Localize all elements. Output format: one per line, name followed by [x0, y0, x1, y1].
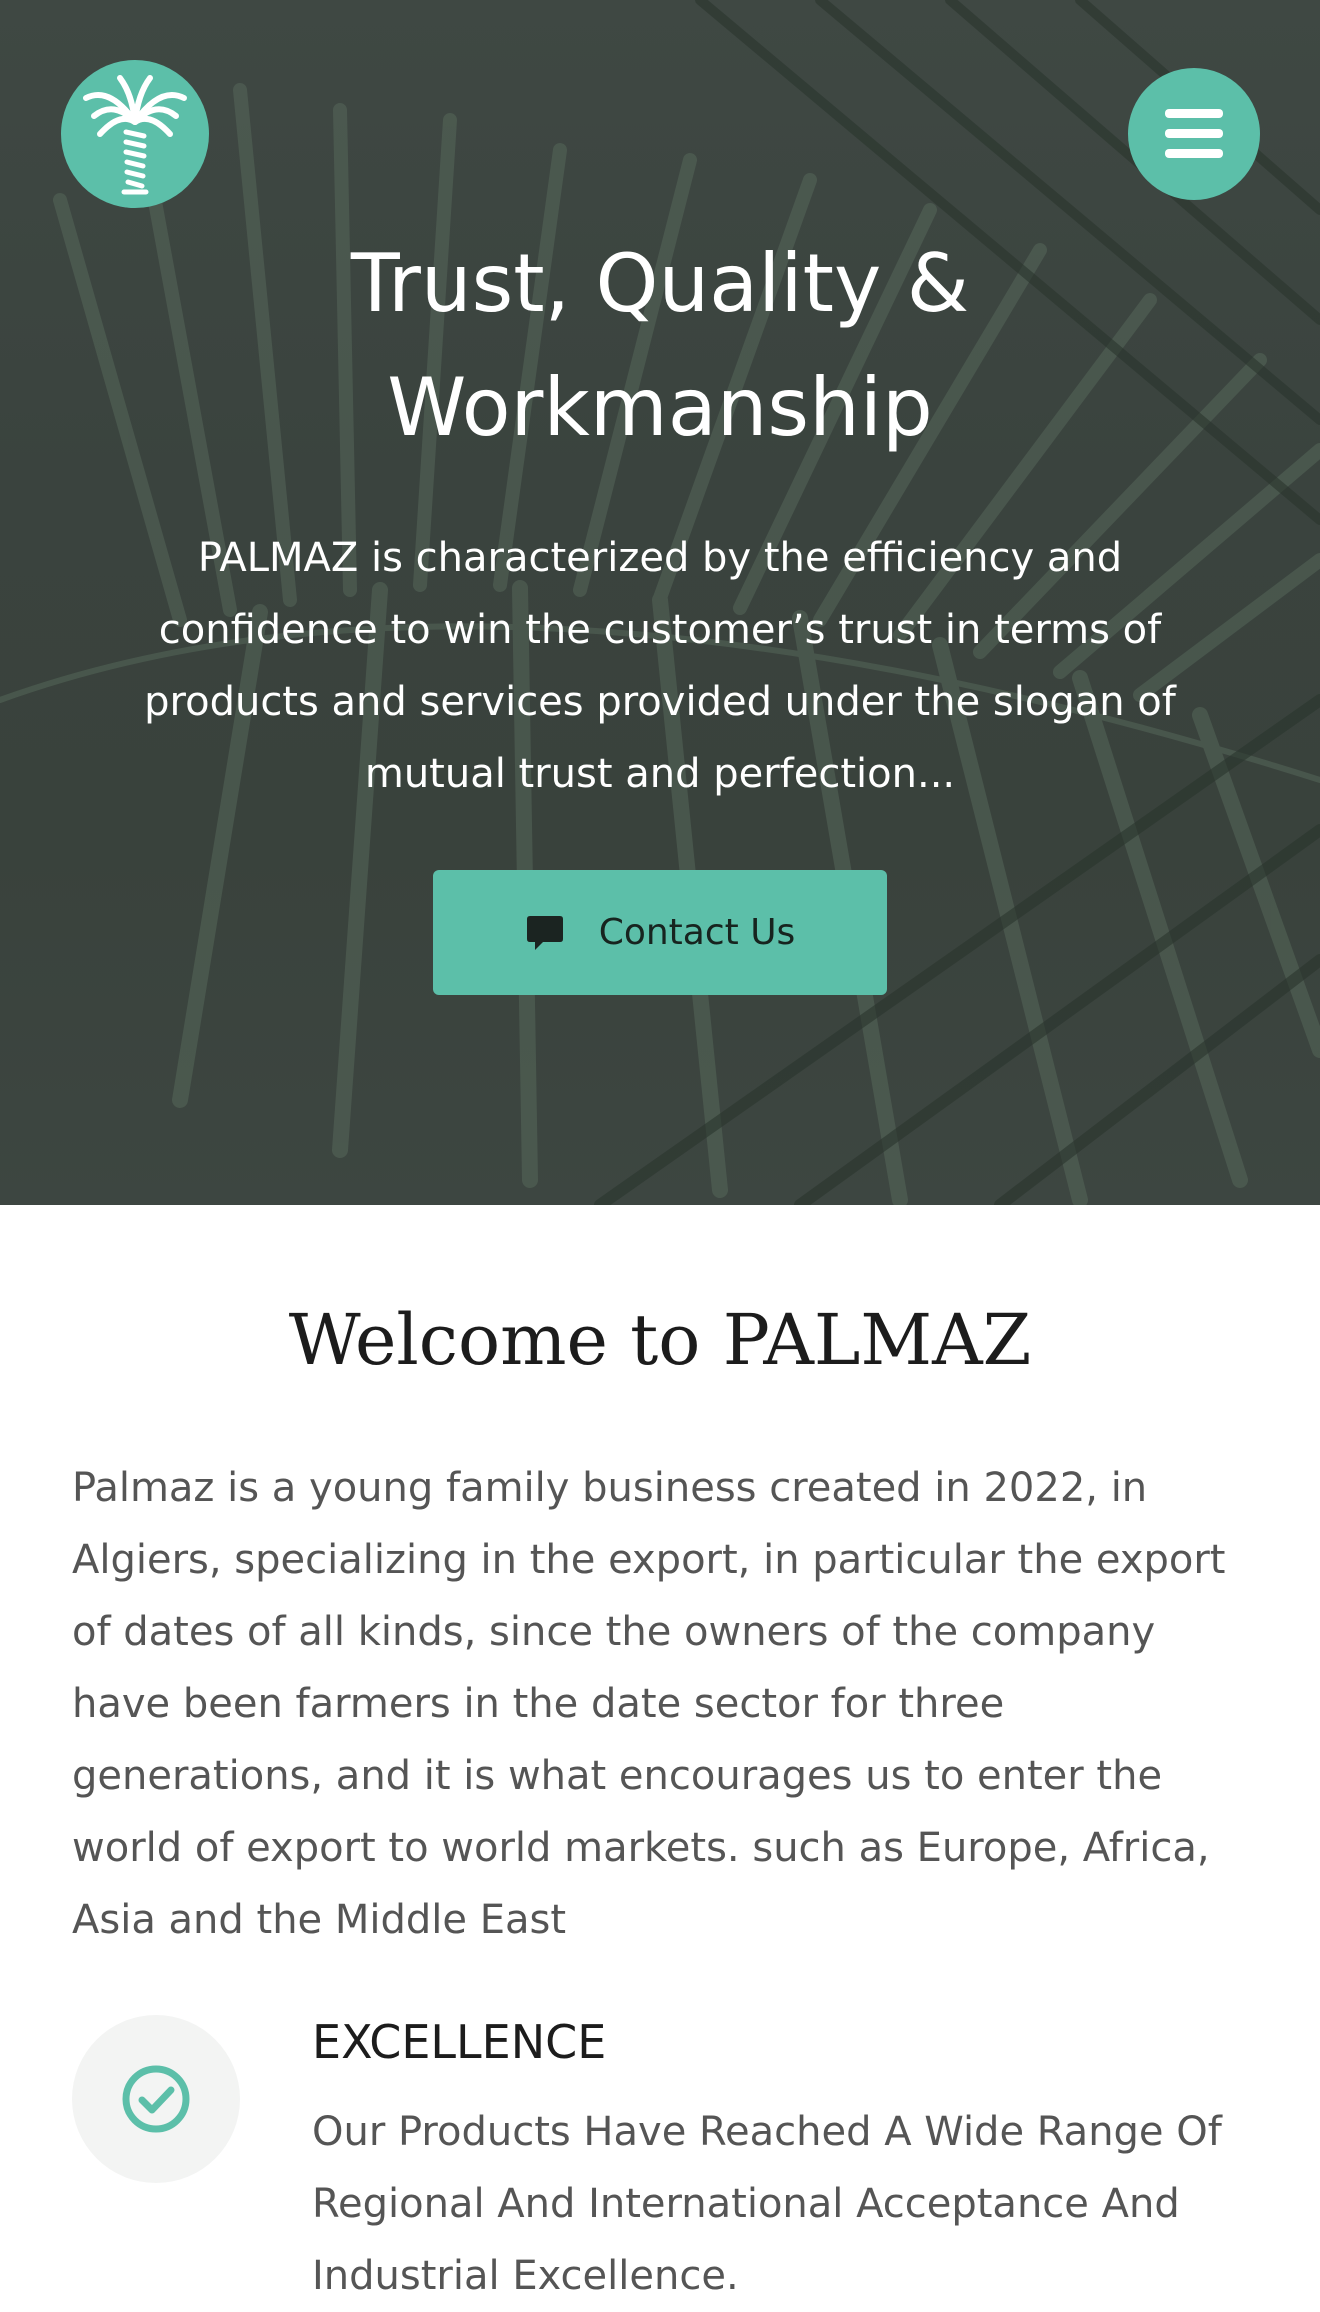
menu-button[interactable] — [1128, 68, 1260, 200]
welcome-description: Palmaz is a young family business create… — [72, 1452, 1262, 1956]
excellence-line: Industrial Excellence. — [312, 2253, 739, 2299]
excellence-line: Our Products Have Reached A Wide Range O… — [312, 2109, 1222, 2155]
excellence-title: EXCELLENCE — [312, 2015, 607, 2069]
welcome-line: Algiers, specializing in the export, in … — [72, 1537, 1226, 1583]
chat-bubble-icon — [526, 915, 563, 950]
excellence-description: Our Products Have Reached A Wide Range O… — [312, 2096, 1272, 2312]
hero-title: Trust, Quality & Workmanship — [200, 222, 1120, 470]
contact-us-button[interactable]: Contact Us — [433, 870, 887, 995]
welcome-line: world of export to world markets. such a… — [72, 1825, 1210, 1871]
welcome-line: Palmaz is a young family business create… — [72, 1465, 1148, 1511]
hero-description-line: confidence to win the customer’s trust i… — [158, 607, 1162, 653]
palmaz-logo[interactable] — [61, 60, 209, 208]
contact-us-label: Contact Us — [598, 912, 796, 953]
excellence-icon-badge — [72, 2015, 240, 2183]
palm-tree-logo-icon — [83, 75, 187, 195]
hero-description-line: products and services provided under the… — [144, 679, 1176, 725]
hero-title-line: Trust, Quality & — [350, 237, 970, 330]
welcome-line: Asia and the Middle East — [72, 1897, 567, 1943]
hamburger-menu-icon — [1165, 109, 1223, 158]
hero-description: PALMAZ is characterized by the efficienc… — [120, 522, 1200, 810]
welcome-title: Welcome to PALMAZ — [288, 1299, 1032, 1381]
hero-description-line: PALMAZ is characterized by the efficienc… — [197, 535, 1123, 581]
welcome-line: of dates of all kinds, since the owners … — [72, 1609, 1156, 1655]
hero-section: Trust, Quality & Workmanship PALMAZ is c… — [0, 0, 1320, 1205]
check-circle-icon — [122, 2065, 190, 2133]
hero-description-line: mutual trust and perfection... — [364, 751, 956, 797]
welcome-line: have been farmers in the date sector for… — [72, 1681, 1005, 1727]
welcome-line: generations, and it is what encourages u… — [72, 1753, 1163, 1799]
excellence-line: Regional And International Acceptance An… — [312, 2181, 1180, 2227]
hero-title-line: Workmanship — [387, 361, 933, 454]
